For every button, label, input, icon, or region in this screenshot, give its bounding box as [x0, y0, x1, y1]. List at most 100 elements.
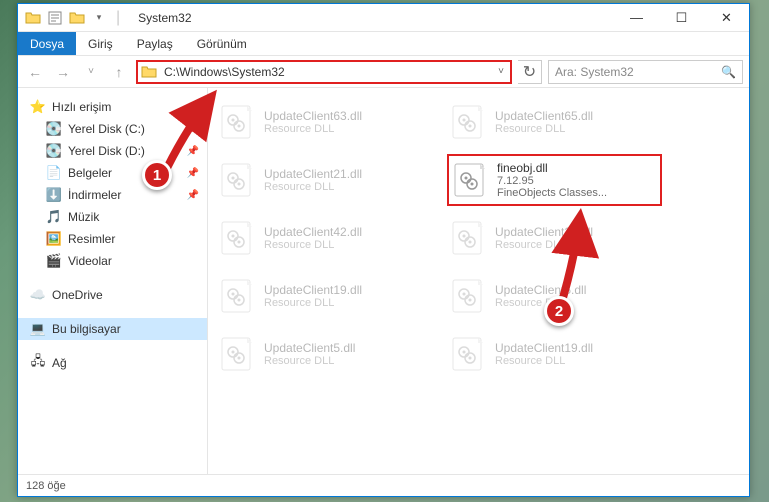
file-item[interactable]: UpdateClient65.dllResource DLL [447, 96, 662, 148]
recent-dropdown[interactable]: ˅ [80, 61, 102, 83]
tab-share[interactable]: Paylaş [125, 32, 185, 55]
sidebar-item-c-drive[interactable]: 💽Yerel Disk (C:)📌 [18, 118, 207, 140]
address-bar[interactable]: C:\Windows\System32 ˅ [136, 60, 512, 84]
sidebar-item-downloads[interactable]: ⬇️İndirmeler📌 [18, 184, 207, 206]
pictures-icon: 🖼️ [46, 231, 62, 247]
refresh-button[interactable]: ↻ [518, 60, 542, 84]
drive-icon: 💽 [46, 143, 62, 159]
address-dropdown-icon[interactable]: ˅ [492, 66, 510, 77]
item-count: 128 öğe [26, 480, 66, 492]
dll-icon [218, 161, 256, 199]
videos-icon: 🎬 [46, 253, 62, 269]
minimize-button[interactable]: — [614, 4, 659, 32]
file-name: fineobj.dll [497, 161, 658, 175]
quick-access-toolbar: ▾ | [18, 9, 130, 27]
file-item[interactable]: fineobj.dll7.12.95FineObjects Classes... [447, 154, 662, 206]
file-item[interactable]: UpdateClient5.dllResource DLL [216, 328, 431, 380]
file-item[interactable]: UpdateClient19.dllResource DLL [216, 270, 431, 322]
music-icon: 🎵 [46, 209, 62, 225]
documents-icon: 📄 [46, 165, 62, 181]
search-input[interactable]: Ara: System32 🔍 [548, 60, 743, 84]
file-name: UpdateClient42.dll [264, 225, 429, 239]
file-name: UpdateClient19.dll [495, 341, 660, 355]
sidebar-this-pc[interactable]: 💻Bu bilgisayar [18, 318, 207, 340]
file-name: UpdateClient63.dll [264, 109, 429, 123]
navigation-bar: ← → ˅ ↑ C:\Windows\System32 ˅ ↻ Ara: Sys… [18, 56, 749, 88]
file-list[interactable]: UpdateClient63.dllResource DLLUpdateClie… [208, 88, 749, 474]
file-item[interactable]: UpdateClient63.dllResource DLL [216, 96, 431, 148]
file-desc: Resource DLL [495, 355, 660, 367]
search-icon: 🔍 [721, 65, 736, 79]
file-desc: Resource DLL [495, 123, 660, 135]
file-item[interactable]: UpdateClient42.dllResource DLL [216, 212, 431, 264]
file-item[interactable]: UpdateClient21.dllResource DLL [447, 212, 662, 264]
pin-icon: 📌 [187, 168, 199, 179]
sidebar-onedrive[interactable]: ☁️OneDrive [18, 284, 207, 306]
dll-icon [218, 277, 256, 315]
pin-icon: 📌 [187, 146, 199, 157]
sidebar-quick-access[interactable]: ⭐Hızlı erişim [18, 96, 207, 118]
sidebar-item-music[interactable]: 🎵Müzik [18, 206, 207, 228]
sidebar-item-videos[interactable]: 🎬Videolar [18, 250, 207, 272]
annotation-badge-1: 1 [142, 160, 172, 190]
properties-icon[interactable] [46, 9, 64, 27]
tab-view[interactable]: Görünüm [185, 32, 259, 55]
pin-icon: 📌 [187, 190, 199, 201]
file-name: UpdateClient21.dll [264, 167, 429, 181]
file-desc: Resource DLL [264, 123, 429, 135]
dll-icon [449, 103, 487, 141]
navigation-pane: ⭐Hızlı erişim 💽Yerel Disk (C:)📌 💽Yerel D… [18, 88, 208, 474]
file-name: UpdateClient19.dll [264, 283, 429, 297]
file-version: 7.12.95 [497, 175, 658, 187]
dll-icon [218, 219, 256, 257]
file-name: UpdateClient5.dll [495, 283, 660, 297]
maximize-button[interactable]: ☐ [659, 4, 704, 32]
file-desc: Resource DLL [264, 297, 429, 309]
folder-icon [138, 61, 160, 83]
file-item[interactable]: UpdateClient21.dllResource DLL [216, 154, 431, 206]
file-desc: Resource DLL [264, 181, 429, 193]
close-button[interactable]: ✕ [704, 4, 749, 32]
dll-icon [218, 335, 256, 373]
downloads-icon: ⬇️ [46, 187, 62, 203]
annotation-badge-2: 2 [544, 296, 574, 326]
file-desc: Resource DLL [495, 297, 660, 309]
ribbon-tabs: Dosya Giriş Paylaş Görünüm [18, 32, 749, 56]
star-icon: ⭐ [30, 99, 46, 115]
window-title: System32 [130, 11, 614, 25]
folder-icon [24, 9, 42, 27]
titlebar: ▾ | System32 — ☐ ✕ [18, 4, 749, 32]
status-bar: 128 öğe [18, 474, 749, 496]
up-button[interactable]: ↑ [108, 61, 130, 83]
new-folder-icon[interactable] [68, 9, 86, 27]
tab-file[interactable]: Dosya [18, 32, 76, 55]
file-desc: FineObjects Classes... [497, 187, 658, 199]
dll-icon [449, 219, 487, 257]
dll-icon [449, 335, 487, 373]
sidebar-item-documents[interactable]: 📄Belgeler📌 [18, 162, 207, 184]
explorer-window: ▾ | System32 — ☐ ✕ Dosya Giriş Paylaş Gö… [17, 3, 750, 497]
back-button[interactable]: ← [24, 61, 46, 83]
file-item[interactable]: UpdateClient19.dllResource DLL [447, 328, 662, 380]
file-desc: Resource DLL [264, 239, 429, 251]
computer-icon: 💻 [30, 321, 46, 337]
dll-icon [449, 277, 487, 315]
network-icon: 🖧 [30, 355, 46, 371]
forward-button[interactable]: → [52, 61, 74, 83]
onedrive-icon: ☁️ [30, 287, 46, 303]
tab-home[interactable]: Giriş [76, 32, 125, 55]
sidebar-network[interactable]: 🖧Ağ [18, 352, 207, 374]
file-name: UpdateClient5.dll [264, 341, 429, 355]
qat-dropdown-icon[interactable]: ▾ [90, 9, 108, 27]
file-desc: Resource DLL [264, 355, 429, 367]
window-controls: — ☐ ✕ [614, 4, 749, 32]
address-text: C:\Windows\System32 [160, 65, 492, 79]
file-desc: Resource DLL [495, 239, 660, 251]
drive-icon: 💽 [46, 121, 62, 137]
sidebar-item-pictures[interactable]: 🖼️Resimler [18, 228, 207, 250]
pin-icon: 📌 [187, 124, 199, 135]
dll-icon [451, 161, 489, 199]
sidebar-item-d-drive[interactable]: 💽Yerel Disk (D:)📌 [18, 140, 207, 162]
file-name: UpdateClient21.dll [495, 225, 660, 239]
explorer-body: ⭐Hızlı erişim 💽Yerel Disk (C:)📌 💽Yerel D… [18, 88, 749, 474]
